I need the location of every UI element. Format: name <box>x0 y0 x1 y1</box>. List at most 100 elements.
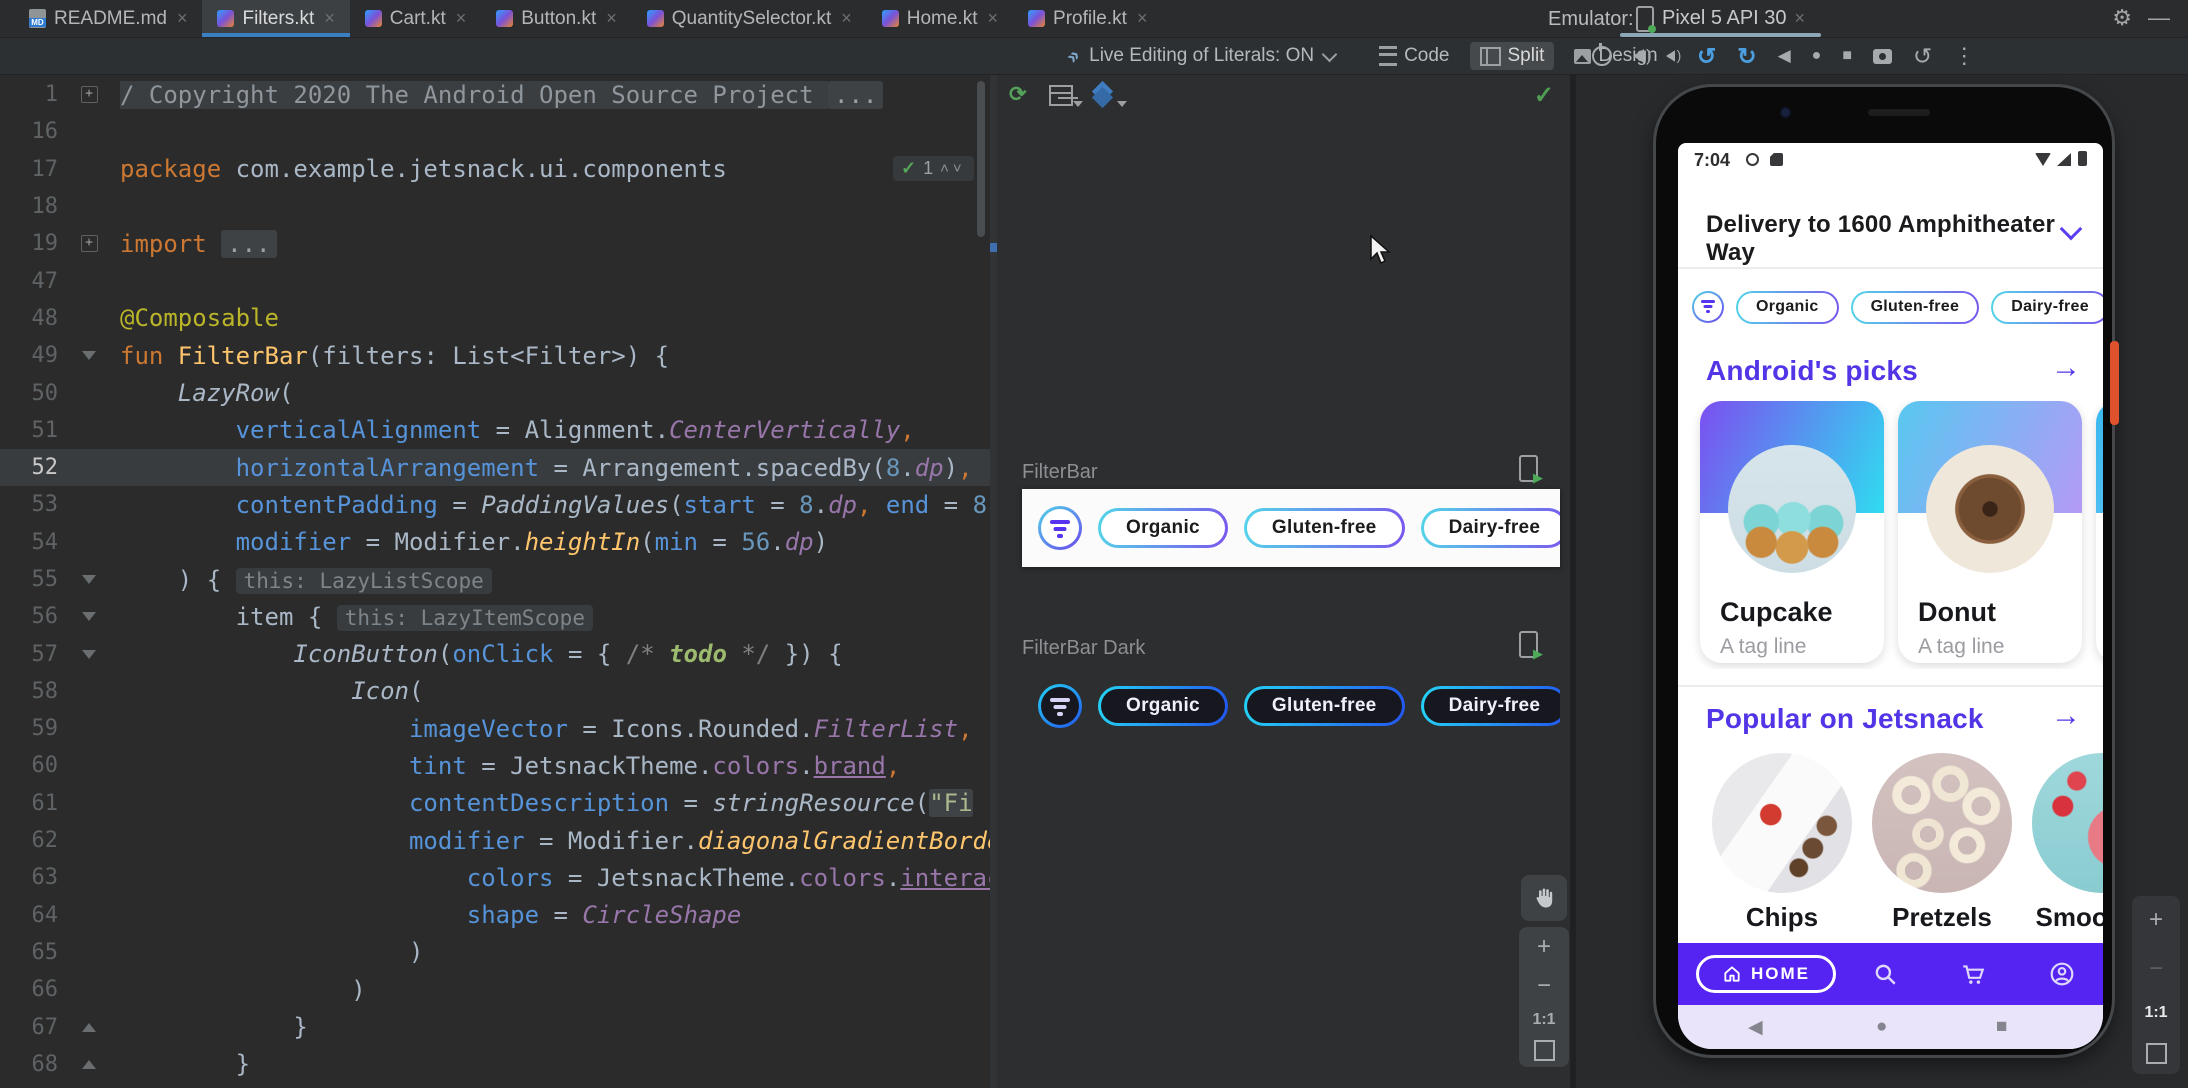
filter-chip-organic[interactable]: Organic <box>1098 686 1228 726</box>
back-icon[interactable]: ◀ <box>1778 46 1791 66</box>
code-line[interactable]: 55 ) { this: LazyListScope <box>0 561 990 598</box>
popular-item-smoothies[interactable]: Smoothies <box>2032 753 2103 933</box>
volume-up-icon[interactable] <box>1633 46 1652 66</box>
code-text[interactable]: / Copyright 2020 The Android Open Source… <box>120 80 990 109</box>
overview-icon[interactable]: ■ <box>1842 47 1852 65</box>
close-icon[interactable]: × <box>324 8 335 29</box>
fold-up-icon[interactable] <box>82 1022 96 1032</box>
power-icon[interactable] <box>1592 43 1612 66</box>
fold-down-icon[interactable] <box>82 351 96 361</box>
filter-chip-dairy-free[interactable]: Dairy-free <box>1421 508 1560 548</box>
code-line[interactable]: 53 contentPadding = PaddingValues(start … <box>0 486 991 523</box>
power-button[interactable] <box>2110 341 2119 425</box>
code-line[interactable]: 63 colors = JetsnackTheme.colors.interac… <box>0 859 991 896</box>
code-line[interactable]: 65 ) <box>0 934 990 971</box>
filter-chip-gluten-free[interactable]: Gluten-free <box>1851 291 1980 324</box>
android-back-icon[interactable]: ◀ <box>1748 1016 1763 1039</box>
code-text[interactable]: Icon( <box>120 677 990 705</box>
code-line[interactable]: 61 contentDescription = stringResource("… <box>0 785 990 822</box>
code-line[interactable]: 49 fun FilterBar(filters: List<Filter>) { <box>0 337 990 374</box>
pan-tool-button[interactable] <box>1521 875 1567 921</box>
screenshot-icon[interactable] <box>1872 48 1892 64</box>
filter-chip-organic[interactable]: Organic <box>1098 508 1228 548</box>
code-line[interactable]: 18 <box>0 188 990 225</box>
close-icon[interactable]: × <box>456 8 467 29</box>
fold-plus-icon[interactable]: + <box>80 86 98 104</box>
code-text[interactable]: imageVector = Icons.Rounded.FilterList, <box>120 715 990 743</box>
code-line[interactable]: 57 IconButton(onClick = { /* todo */ }) … <box>0 635 990 672</box>
snack-card-donut[interactable]: Donut A tag line <box>1898 401 2082 663</box>
delivery-address[interactable]: Delivery to 1600 Amphitheater Way <box>1706 211 2103 267</box>
tab-filters-kt[interactable]: Filters.kt × <box>202 0 351 37</box>
code-text[interactable]: LazyRow( <box>120 379 990 407</box>
split-mode-button[interactable]: Split <box>1469 42 1555 70</box>
live-edit-label[interactable]: Live Editing of Literals: ON <box>1089 45 1314 67</box>
editor-scrollbar[interactable] <box>977 81 985 237</box>
code-text[interactable]: ) <box>120 938 990 966</box>
close-icon[interactable]: × <box>988 8 999 29</box>
tab-button-kt[interactable]: Button.kt × <box>481 0 632 37</box>
code-text[interactable]: IconButton(onClick = { /* todo */ }) { <box>120 640 990 668</box>
fold-down-icon[interactable] <box>82 612 96 622</box>
code-text[interactable]: shape = CircleShape <box>120 901 990 929</box>
zoom-out-button[interactable]: − <box>2149 955 2163 983</box>
filter-chip-organic[interactable]: Organic <box>1736 291 1839 324</box>
tab-pixel-5-api-30[interactable]: Pixel 5 API 30 × <box>1620 0 1822 37</box>
fold-marker[interactable]: + <box>58 86 120 104</box>
fold-down-icon[interactable] <box>82 575 96 584</box>
filter-list-icon[interactable] <box>1038 506 1082 550</box>
close-icon[interactable]: × <box>1795 8 1806 29</box>
popular-item-pretzels[interactable]: Pretzels <box>1872 753 2012 933</box>
filter-chip-gluten-free[interactable]: Gluten-free <box>1244 508 1405 548</box>
rotate-left-icon[interactable]: ↺ <box>1697 43 1716 70</box>
home-icon[interactable]: ● <box>1812 47 1822 65</box>
profile-icon[interactable] <box>2049 961 2075 987</box>
tab-readme-md[interactable]: README.md × <box>14 0 203 37</box>
close-icon[interactable]: × <box>1137 8 1148 29</box>
code-lines[interactable]: 1 + / Copyright 2020 The Android Open Sour… <box>0 76 990 1083</box>
code-text[interactable]: } <box>120 1050 990 1078</box>
filter-chip-dairy-free[interactable]: Dairy-free <box>1991 291 2103 324</box>
inspection-prev-next-icons[interactable]: ˄˅ <box>940 160 966 177</box>
fold-up-icon[interactable] <box>82 1059 96 1069</box>
android-home-icon[interactable]: ● <box>1876 1016 1887 1038</box>
minimize-icon[interactable]: — <box>2148 5 2170 31</box>
code-text[interactable]: } <box>120 1013 990 1041</box>
zoom-to-fit-icon[interactable] <box>2145 1042 2167 1064</box>
close-icon[interactable]: × <box>177 8 188 29</box>
snack-card-partial[interactable] <box>2096 401 2103 663</box>
code-line[interactable]: 59 imageVector = Icons.Rounded.FilterLis… <box>0 710 990 747</box>
code-line[interactable]: 19 + import ... <box>0 225 990 262</box>
zoom-out-button[interactable]: − <box>1537 972 1551 1000</box>
code-text[interactable]: tint = JetsnackTheme.colors.brand, <box>120 752 990 780</box>
run-preview-on-device-icon[interactable] <box>1519 631 1543 662</box>
android-overview-icon[interactable]: ■ <box>1996 1016 2007 1038</box>
panel-divider[interactable] <box>990 75 997 1088</box>
code-line[interactable]: 58 Icon( <box>0 673 990 710</box>
code-text[interactable]: fun FilterBar(filters: List<Filter>) { <box>120 342 990 370</box>
tab-home-kt[interactable]: Home.kt × <box>866 0 1014 37</box>
tab-quantityselector-kt[interactable]: QuantitySelector.kt × <box>631 0 867 37</box>
code-line[interactable]: 54 modifier = Modifier.heightIn(min = 56… <box>0 524 990 561</box>
code-text[interactable]: horizontalArrangement = Arrangement.spac… <box>120 454 990 482</box>
see-more-arrow-icon[interactable]: → <box>2051 699 2081 733</box>
zoom-to-fit-icon[interactable] <box>1533 1040 1555 1062</box>
zoom-in-button[interactable]: + <box>2149 906 2163 934</box>
zoom-actual-size-button[interactable]: 1:1 <box>2144 1004 2167 1022</box>
code-line[interactable]: 52 horizontalArrangement = Arrangement.s… <box>0 448 990 487</box>
code-line[interactable]: 68 } <box>0 1046 990 1083</box>
code-line[interactable]: 60 tint = JetsnackTheme.colors.brand, <box>0 747 990 784</box>
chevron-down-icon[interactable] <box>1321 46 1338 62</box>
code-text[interactable]: contentDescription = stringResource("Fi <box>120 789 990 818</box>
volume-down-icon[interactable] <box>1665 48 1681 64</box>
gear-icon[interactable]: ⚙ <box>2112 5 2132 31</box>
filter-chip-dairy-free[interactable]: Dairy-free <box>1421 686 1560 726</box>
refresh-preview-icon[interactable]: ⟳ <box>1009 82 1027 107</box>
inspections-widget[interactable]: ✓ 1 ˄˅ <box>893 156 974 181</box>
fold-marker[interactable] <box>58 351 120 361</box>
snapshot-reset-icon[interactable]: ↺ <box>1913 43 1932 70</box>
search-icon[interactable] <box>1872 961 1898 987</box>
code-mode-button[interactable]: Code <box>1369 42 1459 70</box>
tab-cart-kt[interactable]: Cart.kt × <box>349 0 482 37</box>
filter-list-icon[interactable] <box>1038 684 1082 728</box>
